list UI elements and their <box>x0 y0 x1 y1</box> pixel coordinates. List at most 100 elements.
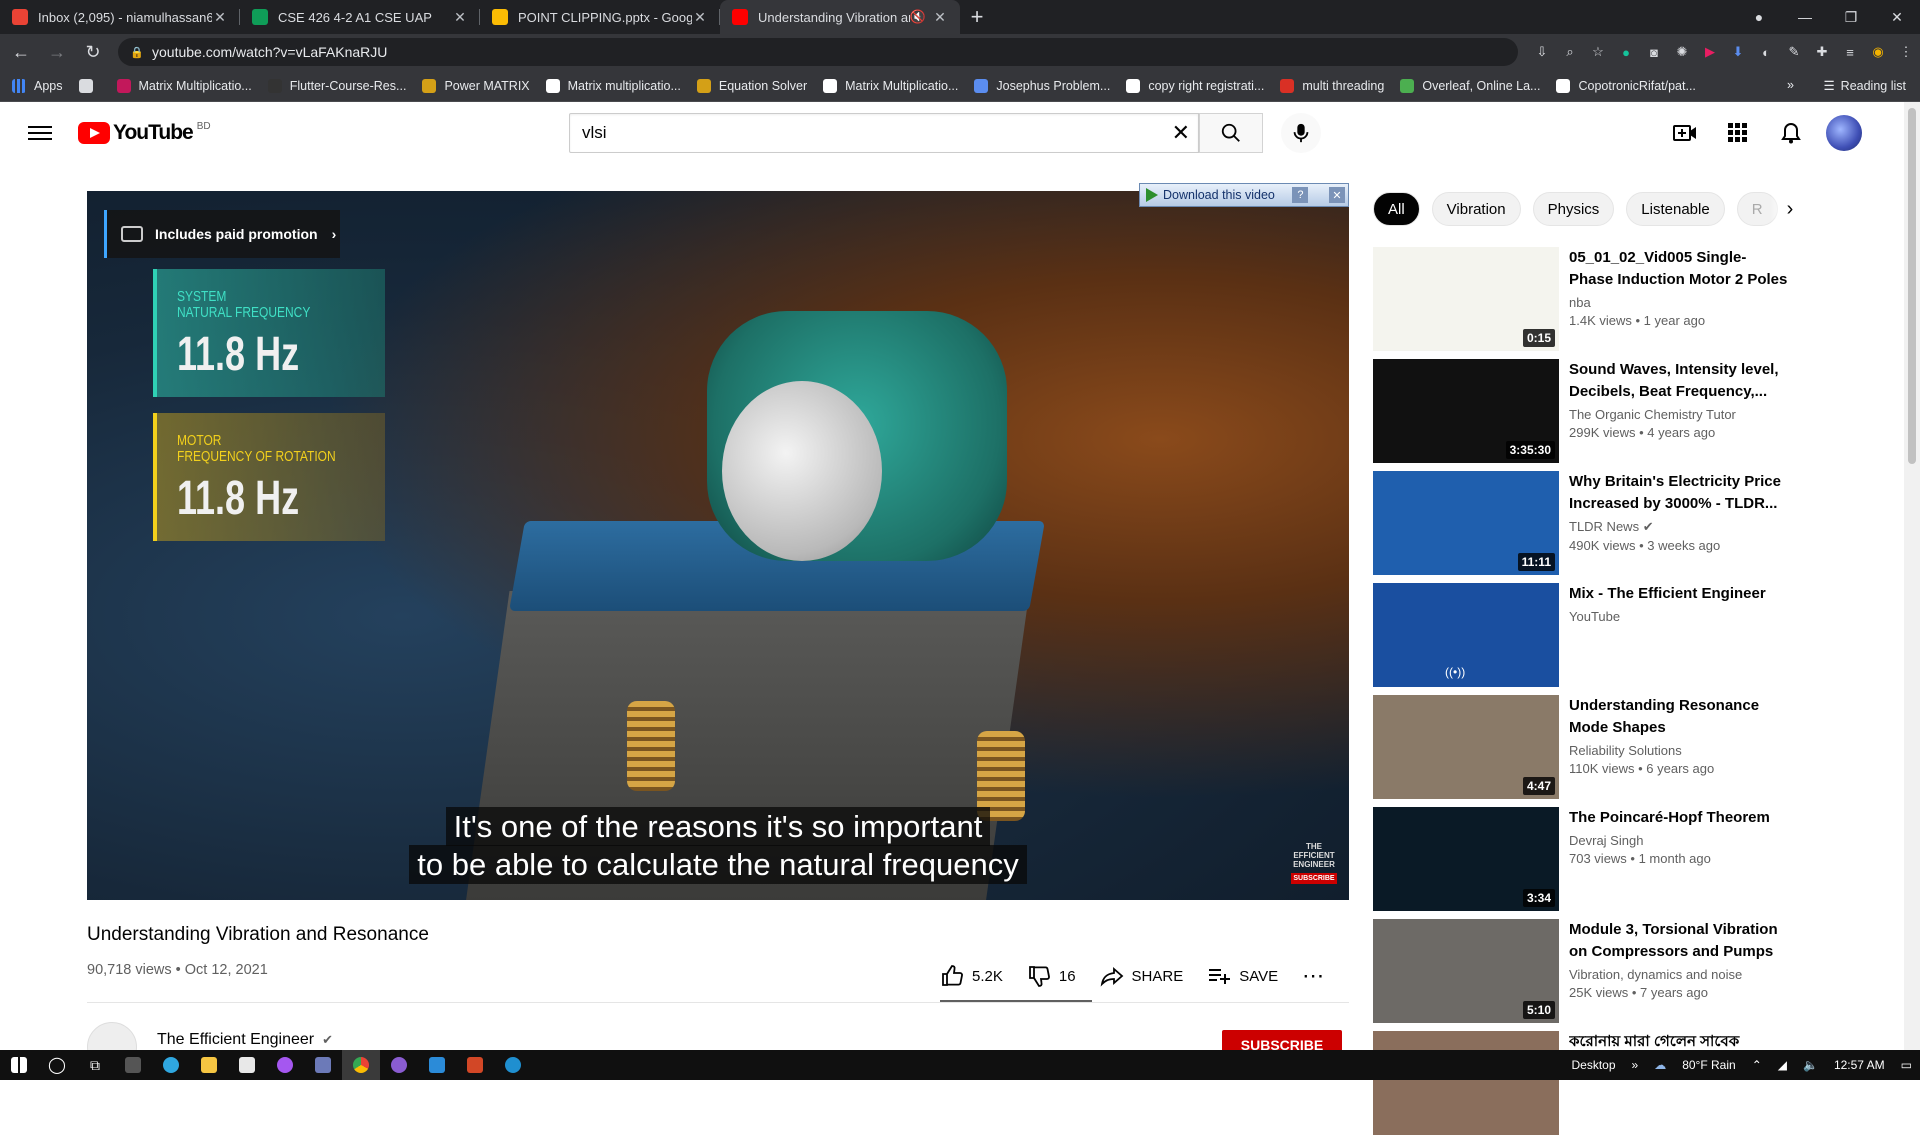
install-icon[interactable]: ⇩ <box>1530 40 1554 64</box>
recommended-video[interactable]: ((•)) Mix - The Efficient Engineer YouTube <box>1373 583 1793 695</box>
channel-watermark[interactable]: THE EFFICIENT ENGINEER SUBSCRIBE <box>1291 842 1337 886</box>
create-video-icon[interactable] <box>1665 113 1705 153</box>
rec-title[interactable]: 05_01_02_Vid005 Single-Phase Induction M… <box>1569 247 1789 291</box>
filter-chip[interactable]: Physics <box>1532 192 1615 226</box>
bookmark-item[interactable]: CopotronicRifat/pat... <box>1556 78 1696 93</box>
video-thumbnail[interactable] <box>1373 1031 1559 1135</box>
video-thumbnail[interactable]: 3:35:30 <box>1373 359 1559 463</box>
video-thumbnail[interactable]: 11:11 <box>1373 471 1559 575</box>
app-icon[interactable] <box>304 1050 342 1080</box>
rec-channel[interactable]: YouTube <box>1569 609 1789 624</box>
bookmark-item[interactable]: Overleaf, Online La... <box>1400 78 1540 93</box>
video-thumbnail[interactable]: 3:34 <box>1373 807 1559 911</box>
weather-text[interactable]: 80°F Rain <box>1682 1058 1736 1072</box>
dislike-button[interactable]: 16 <box>1027 964 1076 988</box>
rec-title[interactable]: Understanding Resonance Mode Shapes <box>1569 695 1789 739</box>
media-icon[interactable]: ≡ <box>1838 40 1862 64</box>
close-download-icon[interactable]: ✕ <box>1329 187 1345 203</box>
rec-channel[interactable]: Reliability Solutions <box>1569 743 1789 758</box>
edge-icon[interactable] <box>152 1050 190 1080</box>
vscode-icon[interactable] <box>418 1050 456 1080</box>
app-circle-icon[interactable] <box>494 1050 532 1080</box>
rec-channel[interactable]: TLDR News ✔ <box>1569 519 1789 535</box>
video-thumbnail[interactable]: 0:15 <box>1373 247 1559 351</box>
rec-channel[interactable]: nba <box>1569 295 1789 310</box>
save-button[interactable]: SAVE <box>1207 964 1278 988</box>
close-tab-icon[interactable]: ✕ <box>932 9 948 26</box>
reload-icon[interactable]: ↻ <box>78 37 108 67</box>
rec-channel[interactable]: Devraj Singh <box>1569 833 1789 848</box>
help-icon[interactable]: ? <box>1292 187 1309 203</box>
recommended-video[interactable]: 3:34 The Poincaré-Hopf Theorem Devraj Sing… <box>1373 807 1793 919</box>
recommended-video[interactable]: 5:10 Module 3, Torsional Vibration on Com… <box>1373 919 1793 1031</box>
chevron-right-icon[interactable]: › <box>1770 191 1810 227</box>
more-actions-icon[interactable]: ⋯ <box>1302 963 1325 989</box>
page-scrollbar[interactable] <box>1904 102 1920 1054</box>
like-button[interactable]: 5.2K <box>940 964 1003 988</box>
search-input[interactable]: vlsi ✕ <box>569 113 1199 153</box>
video-thumbnail[interactable]: 4:47 <box>1373 695 1559 799</box>
github-desktop-icon[interactable] <box>380 1050 418 1080</box>
zoom-icon[interactable]: ⌕ <box>1558 40 1582 64</box>
messenger-icon[interactable] <box>266 1050 304 1080</box>
bookmark-item[interactable]: Apps <box>12 78 63 93</box>
recommended-video[interactable]: 3:35:30 Sound Waves, Intensity level, Dec… <box>1373 359 1793 471</box>
new-tab-icon[interactable]: + <box>960 0 994 34</box>
close-tab-icon[interactable]: ✕ <box>212 9 228 26</box>
bookmark-item[interactable]: Flutter-Course-Res... <box>267 78 406 93</box>
bookmark-item[interactable]: Matrix Multiplicatio... <box>823 78 958 93</box>
bookmark-item[interactable]: Josephus Problem... <box>974 78 1110 93</box>
windows-start-icon[interactable] <box>0 1050 38 1080</box>
account-avatar[interactable] <box>1824 113 1864 153</box>
browser-tab[interactable]: Understanding Vibration and 🔇 ✕ <box>720 0 960 34</box>
mail-icon[interactable] <box>228 1050 266 1080</box>
address-bar[interactable]: 🔒 youtube.com/watch?v=vLaFAKnaRJU <box>118 38 1518 66</box>
volume-icon[interactable]: 🔈 <box>1803 1058 1818 1072</box>
youtube-logo[interactable]: YouTube BD <box>78 121 211 145</box>
minimize-icon[interactable]: — <box>1782 9 1828 25</box>
extension-pen-icon[interactable]: ✎ <box>1782 40 1806 64</box>
voice-search-button[interactable] <box>1281 113 1321 153</box>
bookmark-item[interactable]: Matrix Multiplicatio... <box>116 78 252 93</box>
close-tab-icon[interactable]: ✕ <box>692 9 708 26</box>
rec-title[interactable]: Why Britain's Electricity Price Increase… <box>1569 471 1789 515</box>
calculator-icon[interactable] <box>114 1050 152 1080</box>
task-view-icon[interactable]: ⧉ <box>76 1050 114 1080</box>
search-button[interactable] <box>1199 113 1263 153</box>
recommended-video[interactable]: 11:11 Why Britain's Electricity Price Inc… <box>1373 471 1793 583</box>
rec-title[interactable]: Sound Waves, Intensity level, Decibels, … <box>1569 359 1789 403</box>
hamburger-menu-icon[interactable] <box>28 121 52 145</box>
notification-center-icon[interactable]: ▭ <box>1901 1058 1912 1072</box>
bookmark-item[interactable]: multi threading <box>1280 78 1384 93</box>
menu-icon[interactable]: ⋮ <box>1894 40 1918 64</box>
desktop-label[interactable]: Desktop <box>1571 1058 1615 1072</box>
rec-title[interactable]: The Poincaré-Hopf Theorem <box>1569 807 1789 829</box>
tray-up-icon[interactable]: ⌃ <box>1752 1058 1762 1072</box>
paid-promotion-badge[interactable]: Includes paid promotion › <box>104 210 340 258</box>
close-tab-icon[interactable]: ✕ <box>452 9 468 26</box>
search-circle-icon[interactable]: ◯ <box>38 1050 76 1080</box>
video-thumbnail[interactable]: 5:10 <box>1373 919 1559 1023</box>
video-thumbnail[interactable]: ((•)) <box>1373 583 1559 687</box>
file-explorer-icon[interactable] <box>190 1050 228 1080</box>
filter-chip[interactable]: All <box>1373 192 1420 226</box>
close-window-icon[interactable]: ✕ <box>1874 9 1920 26</box>
bookmark-item[interactable]: copy right registrati... <box>1126 78 1264 93</box>
channel-name[interactable]: The Efficient Engineer ✔ <box>157 1031 333 1049</box>
bookmarks-overflow-icon[interactable]: » <box>1787 78 1794 92</box>
profile-avatar-icon[interactable]: ◉ <box>1866 40 1890 64</box>
apps-grid-icon[interactable] <box>1718 113 1758 153</box>
rec-channel[interactable]: The Organic Chemistry Tutor <box>1569 407 1789 422</box>
maximize-icon[interactable]: ❐ <box>1828 9 1874 26</box>
back-icon[interactable]: ← <box>6 37 36 67</box>
browser-tab[interactable]: Inbox (2,095) - niamulhassan64@✕ <box>0 0 240 34</box>
download-video-button[interactable]: Download this video ? ✕ <box>1139 183 1349 207</box>
notifications-bell-icon[interactable] <box>1771 113 1811 153</box>
chrome-icon[interactable] <box>342 1050 380 1080</box>
puzzle-icon[interactable]: ✚ <box>1810 40 1834 64</box>
bookmark-item[interactable]: Equation Solver <box>696 78 807 93</box>
star-icon[interactable]: ☆ <box>1586 40 1610 64</box>
scrollbar-thumb[interactable] <box>1908 108 1916 464</box>
share-button[interactable]: SHARE <box>1100 964 1183 988</box>
extension-flag-icon[interactable]: ▶ <box>1698 40 1722 64</box>
